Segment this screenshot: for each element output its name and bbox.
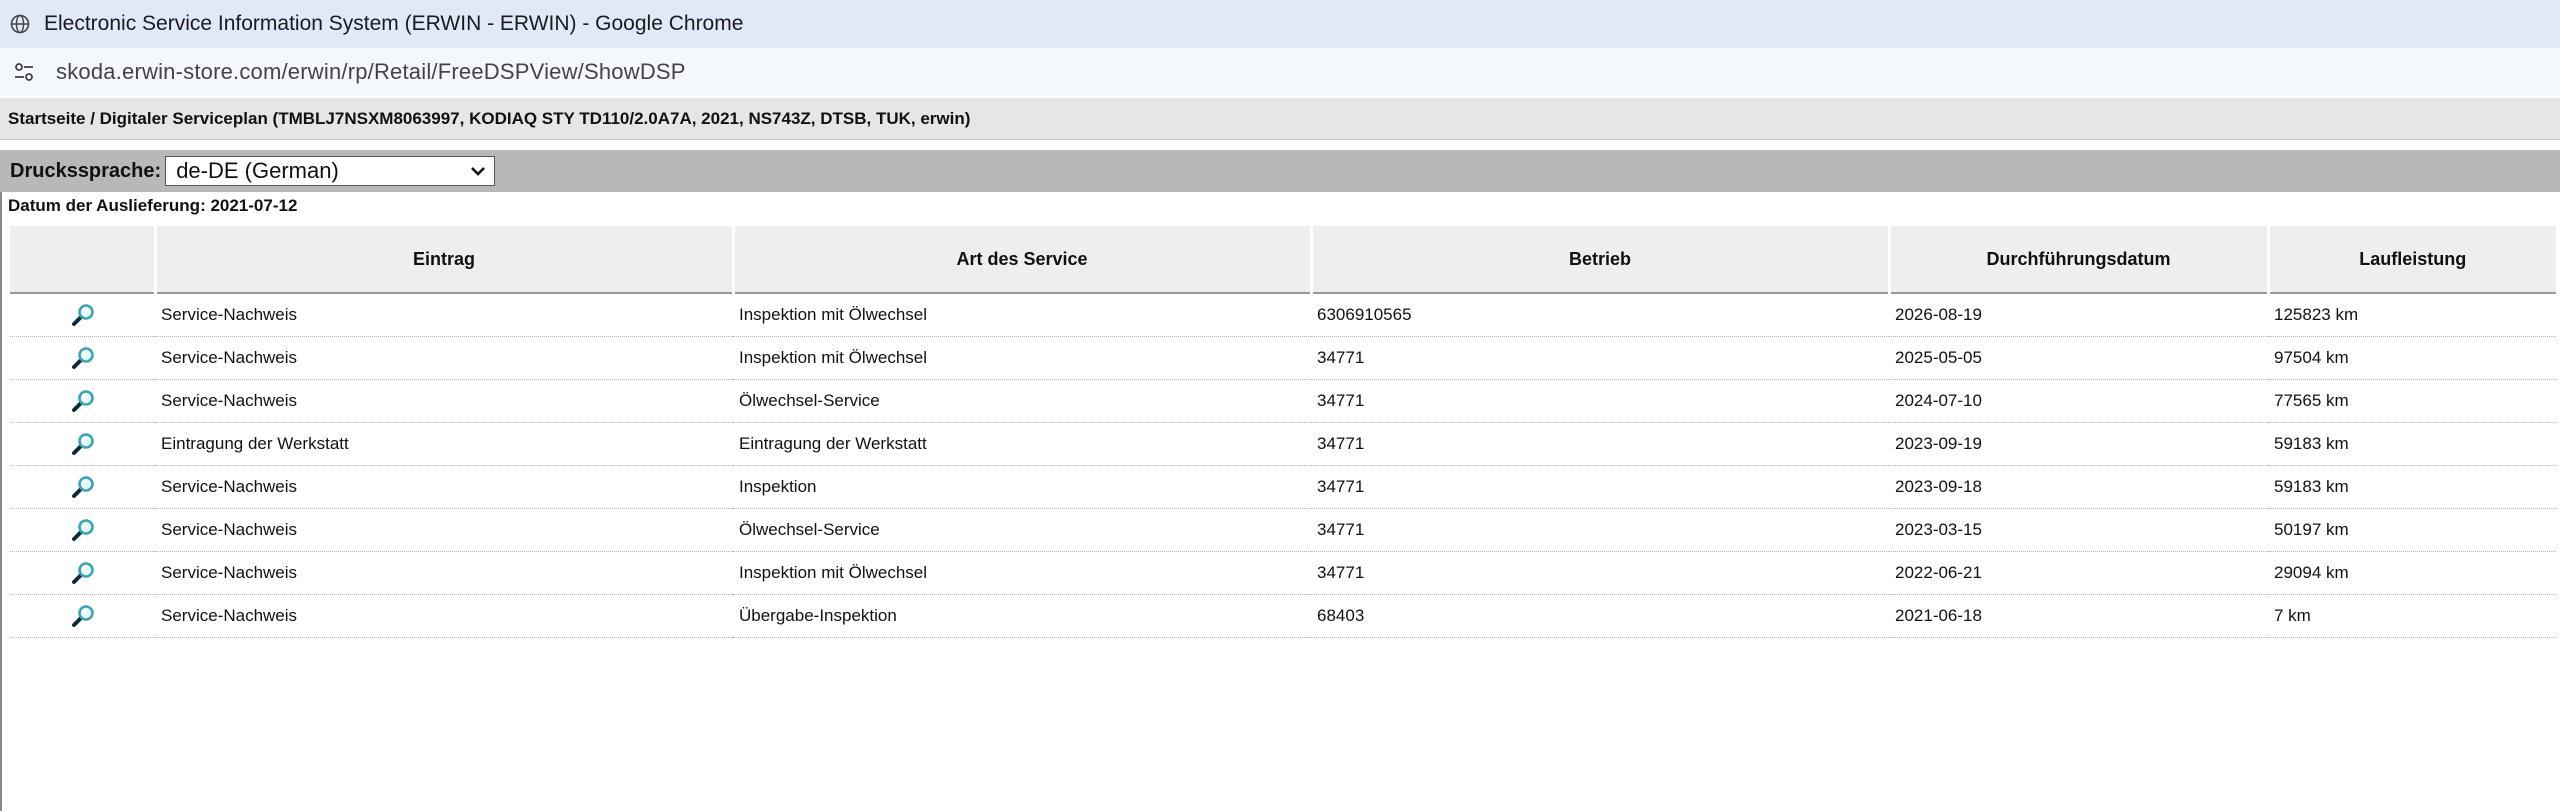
cell-entry: Service-Nachweis bbox=[155, 379, 733, 423]
row-view-cell[interactable] bbox=[10, 422, 155, 466]
row-view-cell[interactable] bbox=[10, 293, 155, 337]
cell-entry: Service-Nachweis bbox=[155, 594, 733, 638]
table-header-row: Eintrag Art des Service Betrieb Durchfüh… bbox=[10, 226, 2556, 294]
magnifier-icon[interactable] bbox=[70, 345, 96, 371]
row-view-cell[interactable] bbox=[10, 379, 155, 423]
cell-entry: Service-Nachweis bbox=[155, 465, 733, 509]
chevron-down-icon bbox=[471, 167, 486, 176]
cell-workshop: 34771 bbox=[1311, 465, 1889, 509]
magnifier-icon[interactable] bbox=[70, 560, 96, 586]
magnifier-icon[interactable] bbox=[70, 431, 96, 457]
print-language-value: de-DE (German) bbox=[176, 158, 339, 183]
cell-workshop: 34771 bbox=[1311, 551, 1889, 595]
delivery-date: Datum der Auslieferung: 2021-07-12 bbox=[8, 196, 298, 215]
cell-service-type: Inspektion bbox=[733, 465, 1311, 509]
magnifier-icon[interactable] bbox=[70, 302, 96, 328]
print-language-label: Druckssprache: bbox=[10, 159, 162, 182]
row-view-cell[interactable] bbox=[10, 508, 155, 552]
table-row[interactable]: Eintragung der Werkstatt Eintragung der W… bbox=[10, 422, 2556, 466]
cell-service-type: Inspektion mit Ölwechsel bbox=[733, 336, 1311, 380]
cell-date: 2025-05-05 bbox=[1889, 336, 2268, 380]
row-view-cell[interactable] bbox=[10, 594, 155, 638]
cell-service-type: Ölwechsel-Service bbox=[733, 379, 1311, 423]
cell-workshop: 68403 bbox=[1311, 594, 1889, 638]
cell-date: 2024-07-10 bbox=[1889, 379, 2268, 423]
print-language-select[interactable]: de-DE (German) bbox=[165, 156, 496, 186]
cell-service-type: Inspektion mit Ölwechsel bbox=[733, 551, 1311, 595]
table-row[interactable]: Service-Nachweis Inspektion mit Ölwechsel… bbox=[10, 336, 2556, 380]
cell-workshop: 34771 bbox=[1311, 508, 1889, 552]
window-titlebar: Electronic Service Information System (E… bbox=[0, 0, 2560, 48]
column-header-entry[interactable]: Eintrag bbox=[155, 226, 735, 294]
cell-date: 2023-09-19 bbox=[1889, 422, 2268, 466]
cell-mileage: 7 km bbox=[2268, 594, 2556, 638]
cell-entry: Service-Nachweis bbox=[155, 551, 733, 595]
table-row[interactable]: Service-Nachweis Übergabe-Inspektion 68403… bbox=[10, 594, 2556, 638]
window-title: Electronic Service Information System (E… bbox=[44, 12, 744, 35]
row-view-cell[interactable] bbox=[10, 465, 155, 509]
table-row[interactable]: Service-Nachweis Ölwechsel-Service 34771 20… bbox=[10, 379, 2556, 423]
column-header-workshop[interactable]: Betrieb bbox=[1311, 226, 1891, 294]
cell-mileage: 59183 km bbox=[2268, 465, 2556, 509]
cell-entry: Service-Nachweis bbox=[155, 336, 733, 380]
column-header-view bbox=[10, 226, 157, 294]
cell-workshop: 6306910565 bbox=[1311, 293, 1889, 337]
cell-mileage: 77565 km bbox=[2268, 379, 2556, 423]
magnifier-icon[interactable] bbox=[70, 517, 96, 543]
magnifier-icon[interactable] bbox=[70, 603, 96, 629]
globe-icon bbox=[10, 14, 30, 34]
service-table: Eintrag Art des Service Betrieb Durchfüh… bbox=[10, 226, 2556, 638]
cell-date: 2021-06-18 bbox=[1889, 594, 2268, 638]
cell-service-type: Eintragung der Werkstatt bbox=[733, 422, 1311, 466]
cell-date: 2026-08-19 bbox=[1889, 293, 2268, 337]
table-row[interactable]: Service-Nachweis Inspektion 34771 2023-09-1… bbox=[10, 465, 2556, 509]
row-view-cell[interactable] bbox=[10, 336, 155, 380]
cell-mileage: 29094 km bbox=[2268, 551, 2556, 595]
cell-mileage: 97504 km bbox=[2268, 336, 2556, 380]
column-header-date[interactable]: Durchführungsdatum bbox=[1889, 226, 2270, 294]
breadcrumb: Startseite / Digitaler Serviceplan (TMBL… bbox=[0, 98, 2560, 140]
url-text[interactable]: skoda.erwin-store.com/erwin/rp/Retail/Fr… bbox=[56, 59, 686, 85]
column-header-mileage[interactable]: Laufleistung bbox=[2268, 226, 2556, 294]
cell-date: 2023-09-18 bbox=[1889, 465, 2268, 509]
cell-entry: Eintragung der Werkstatt bbox=[155, 422, 733, 466]
cell-date: 2022-06-21 bbox=[1889, 551, 2268, 595]
table-row[interactable]: Service-Nachweis Inspektion mit Ölwechsel… bbox=[10, 293, 2556, 337]
row-view-cell[interactable] bbox=[10, 551, 155, 595]
frame-border bbox=[0, 192, 2, 811]
cell-service-type: Inspektion mit Ölwechsel bbox=[733, 293, 1311, 337]
cell-date: 2023-03-15 bbox=[1889, 508, 2268, 552]
cell-mileage: 50197 km bbox=[2268, 508, 2556, 552]
print-language-bar: Druckssprache: de-DE (German) bbox=[0, 150, 2560, 192]
table-row[interactable]: Service-Nachweis Inspektion mit Ölwechsel… bbox=[10, 551, 2556, 595]
cell-entry: Service-Nachweis bbox=[155, 293, 733, 337]
cell-service-type: Ölwechsel-Service bbox=[733, 508, 1311, 552]
site-settings-icon[interactable] bbox=[12, 60, 36, 84]
column-header-service-type[interactable]: Art des Service bbox=[733, 226, 1313, 294]
address-bar[interactable]: skoda.erwin-store.com/erwin/rp/Retail/Fr… bbox=[0, 48, 2560, 96]
cell-workshop: 34771 bbox=[1311, 422, 1889, 466]
cell-workshop: 34771 bbox=[1311, 379, 1889, 423]
cell-workshop: 34771 bbox=[1311, 336, 1889, 380]
magnifier-icon[interactable] bbox=[70, 474, 96, 500]
cell-service-type: Übergabe-Inspektion bbox=[733, 594, 1311, 638]
magnifier-icon[interactable] bbox=[70, 388, 96, 414]
cell-mileage: 59183 km bbox=[2268, 422, 2556, 466]
cell-entry: Service-Nachweis bbox=[155, 508, 733, 552]
cell-mileage: 125823 km bbox=[2268, 293, 2556, 337]
table-row[interactable]: Service-Nachweis Ölwechsel-Service 34771 20… bbox=[10, 508, 2556, 552]
breadcrumb-text: Startseite / Digitaler Serviceplan (TMBL… bbox=[8, 108, 971, 128]
